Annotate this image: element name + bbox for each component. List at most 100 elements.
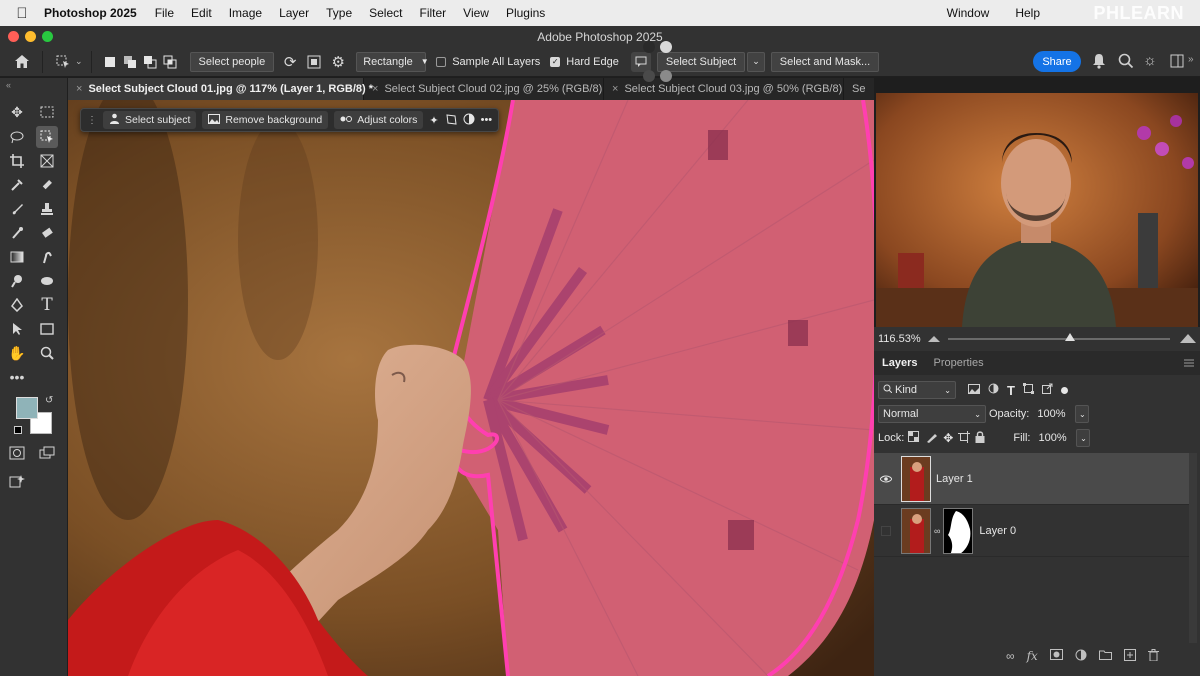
zoom-slider[interactable]	[948, 333, 1170, 341]
link-layers-icon[interactable]: ∞	[1006, 649, 1015, 664]
lock-transparent-icon[interactable]	[908, 431, 920, 445]
minimize-window-icon[interactable]	[25, 31, 36, 42]
hand-tool-icon[interactable]: ✋	[6, 342, 28, 364]
blend-mode-select[interactable]: Normal ⌄	[878, 405, 986, 423]
lock-pixels-icon[interactable]	[926, 431, 938, 446]
quick-mask-icon[interactable]	[6, 442, 28, 464]
tab-document-4[interactable]: Se	[844, 78, 874, 100]
new-layer-icon[interactable]	[1123, 649, 1136, 664]
layer-row-layer-1[interactable]: Layer 1	[874, 453, 1190, 505]
history-brush-icon[interactable]	[6, 222, 28, 244]
filter-shape-icon[interactable]	[1022, 383, 1034, 397]
layer-mask-thumbnail[interactable]	[943, 507, 974, 554]
filter-type-icon[interactable]: T	[1007, 383, 1015, 398]
fill-dropdown[interactable]: ⌄	[1076, 429, 1091, 447]
panel-collapse-icon[interactable]: »	[1188, 54, 1194, 65]
navigator-zoom-value[interactable]: 116.53%	[878, 333, 922, 345]
object-selection-tool-icon[interactable]	[53, 52, 73, 72]
tab-document-1[interactable]: × Select Subject Cloud 01.jpg @ 117% (La…	[68, 78, 373, 100]
default-colors-icon[interactable]	[14, 426, 22, 434]
object-selection-tool-icon-active[interactable]	[36, 126, 58, 148]
sample-all-layers-checkbox[interactable]	[436, 56, 447, 67]
bell-icon[interactable]	[1092, 53, 1106, 72]
layer-name[interactable]: Layer 0	[979, 525, 1016, 537]
close-tab-icon[interactable]: ×	[76, 83, 82, 95]
menu-view[interactable]: View	[463, 6, 489, 20]
lasso-tool-icon[interactable]	[6, 126, 28, 148]
home-icon[interactable]	[12, 52, 32, 72]
fx-icon[interactable]: fx	[1027, 649, 1038, 664]
zoom-slider-thumb[interactable]	[1065, 333, 1075, 341]
apple-icon[interactable]: 	[14, 5, 30, 22]
discover-lightbulb-icon[interactable]: ☼	[1143, 52, 1157, 69]
share-button[interactable]: Share	[1033, 51, 1081, 72]
select-subject-dropdown[interactable]: ⌄	[747, 51, 765, 72]
menu-plugins[interactable]: Plugins	[506, 6, 545, 20]
visibility-toggle[interactable]	[874, 525, 898, 536]
chain-link-icon[interactable]: ∞	[934, 526, 940, 536]
opacity-dropdown[interactable]: ⌄	[1075, 405, 1090, 423]
pen-tool-icon[interactable]	[6, 294, 28, 316]
brush-tool-icon[interactable]	[6, 198, 28, 220]
filter-toggle-icon[interactable]	[1060, 386, 1068, 394]
blur-tool-icon[interactable]	[36, 270, 58, 292]
layer-row-layer-0[interactable]: ∞ Layer 0	[874, 505, 1190, 557]
refresh-icon[interactable]: ⟳	[280, 52, 300, 72]
new-selection-icon[interactable]	[100, 52, 120, 72]
fill-input[interactable]: 100%	[1034, 429, 1076, 447]
layer-filter-select[interactable]: Kind ⌄	[878, 381, 956, 399]
select-people-button[interactable]: Select people	[189, 51, 275, 72]
menu-window[interactable]: Window	[947, 6, 990, 20]
document-canvas[interactable]	[68, 100, 874, 676]
remove-background-button[interactable]: Remove background	[202, 111, 329, 129]
crop-tool-icon[interactable]	[6, 150, 28, 172]
menu-filter[interactable]: Filter	[419, 6, 446, 20]
zoom-window-icon[interactable]	[42, 31, 53, 42]
layers-scrollbar[interactable]	[1189, 453, 1197, 643]
menu-help[interactable]: Help	[1015, 6, 1040, 20]
tool-preset-chevron-icon[interactable]: ⌄	[75, 56, 83, 67]
close-window-icon[interactable]	[8, 31, 19, 42]
close-tab-icon[interactable]: ×	[612, 83, 618, 95]
eraser-icon[interactable]	[36, 222, 58, 244]
path-selection-icon[interactable]	[6, 318, 28, 340]
new-adjustment-icon[interactable]	[1075, 649, 1087, 664]
menu-layer[interactable]: Layer	[279, 6, 309, 20]
more-options-icon[interactable]: •••	[481, 114, 493, 126]
healing-brush-icon[interactable]	[36, 174, 58, 196]
toolbox-collapse-icon[interactable]: «	[6, 80, 11, 90]
opacity-input[interactable]: 100%	[1033, 405, 1075, 423]
menu-edit[interactable]: Edit	[191, 6, 212, 20]
zoom-tool-icon[interactable]	[36, 342, 58, 364]
new-group-folder-icon[interactable]	[1098, 649, 1112, 664]
menu-type[interactable]: Type	[326, 6, 352, 20]
mode-select[interactable]: Rectangle ▼	[356, 51, 429, 72]
lock-position-icon[interactable]: ✥	[943, 431, 953, 445]
tab-document-2[interactable]: × Select Subject Cloud 02.jpg @ 25% (RGB…	[364, 78, 604, 100]
rectangular-marquee-icon[interactable]	[36, 101, 58, 123]
swap-colors-icon[interactable]: ↺	[45, 395, 53, 406]
lock-all-icon[interactable]	[975, 430, 985, 446]
generative-icon[interactable]	[6, 470, 28, 492]
menu-app-name[interactable]: Photoshop 2025	[44, 6, 137, 20]
gradient-tool-icon[interactable]	[6, 246, 28, 268]
panel-menu-icon[interactable]	[1184, 358, 1194, 370]
rectangle-shape-icon[interactable]	[36, 318, 58, 340]
intersect-selection-icon[interactable]	[160, 52, 180, 72]
search-icon[interactable]	[1118, 53, 1134, 72]
more-tools-icon[interactable]: •••	[6, 366, 28, 388]
lock-artboard-icon[interactable]	[958, 430, 971, 446]
layer-name[interactable]: Layer 1	[936, 473, 973, 485]
menu-select[interactable]: Select	[369, 6, 402, 20]
delete-layer-trash-icon[interactable]	[1147, 649, 1159, 664]
add-to-selection-icon[interactable]	[120, 52, 140, 72]
sparkle-icon[interactable]: ✦	[429, 114, 438, 127]
zoom-out-mountain-icon[interactable]	[928, 333, 940, 345]
filter-adjustment-icon[interactable]	[988, 383, 999, 397]
move-tool-icon[interactable]: ✥	[6, 101, 28, 123]
select-subject-ctx-button[interactable]: Select subject	[103, 111, 197, 129]
transform-icon[interactable]	[445, 113, 457, 128]
object-finder-icon[interactable]	[304, 52, 324, 72]
eye-icon[interactable]	[874, 475, 898, 483]
close-tab-icon[interactable]: ×	[372, 83, 378, 95]
